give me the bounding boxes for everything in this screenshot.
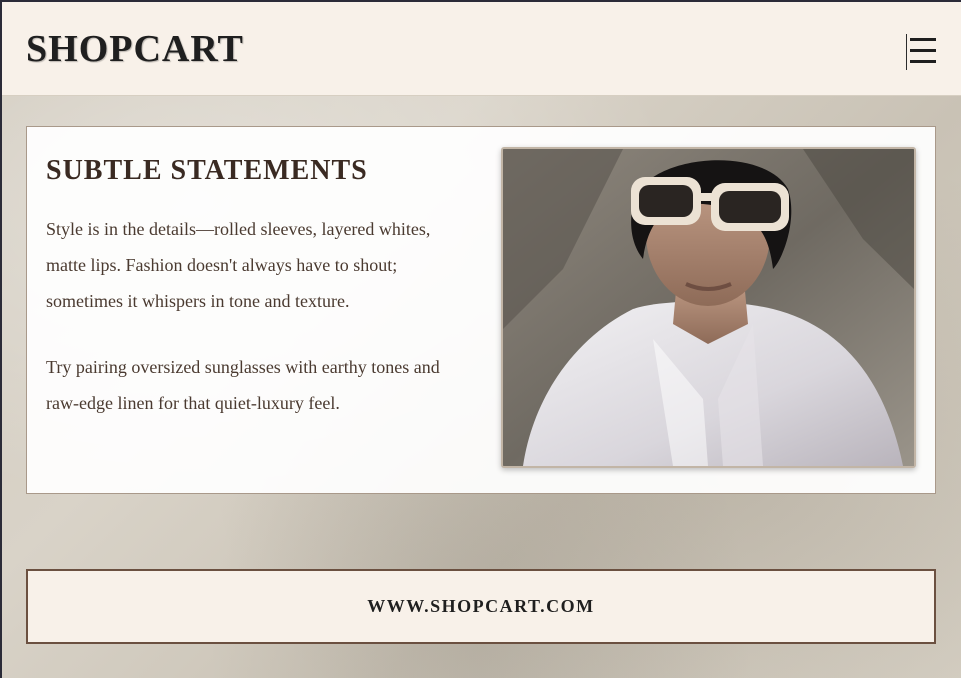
feature-title: SUBTLE STATEMENTS [46,155,368,186]
hamburger-menu-icon[interactable] [906,32,938,70]
site-header: SHOPCART [2,2,961,96]
menu-bar-top [910,38,936,41]
feature-photo [501,147,916,468]
site-logo[interactable]: SHOPCART [26,26,244,72]
footer-bar: WWW.SHOPCART.COM [26,569,936,644]
footer-website-link[interactable]: WWW.SHOPCART.COM [367,596,594,617]
menu-bar-middle [910,49,936,52]
menu-bar-bottom [910,60,936,63]
feature-paragraph-1: Style is in the details—rolled sleeves, … [46,219,431,311]
menu-edge [906,34,907,70]
feature-card: SUBTLE STATEMENTS Style is in the detail… [26,126,936,494]
portrait-illustration [503,149,914,466]
feature-paragraph-2: Try pairing oversized sunglasses with ea… [46,357,440,413]
